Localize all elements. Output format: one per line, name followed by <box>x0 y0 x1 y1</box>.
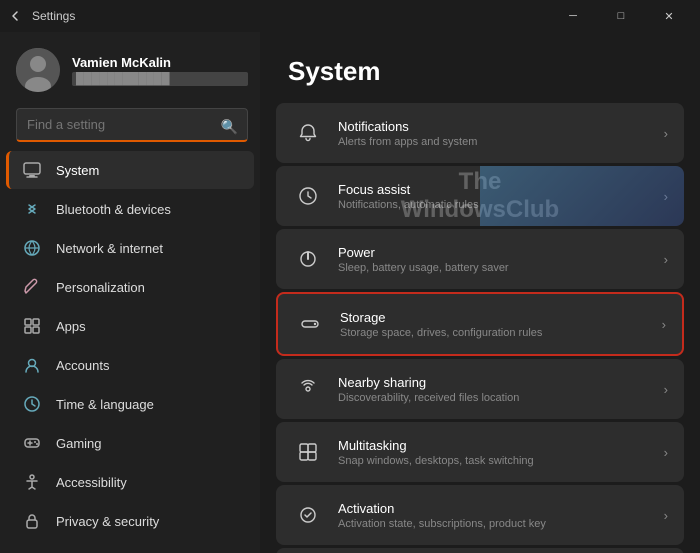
sidebar-item-label-bluetooth: Bluetooth & devices <box>56 202 171 217</box>
chevron-icon-nearby: › <box>664 382 668 397</box>
sidebar-item-label-apps: Apps <box>56 319 86 334</box>
settings-item-notifications[interactable]: Notifications Alerts from apps and syste… <box>276 103 684 163</box>
sidebar-item-label-time: Time & language <box>56 397 154 412</box>
titlebar-title: Settings <box>32 9 75 23</box>
sidebar-item-privacy[interactable]: Privacy & security <box>6 502 254 540</box>
app-body: Vamien McKalin ████████████ 🔍 System Blu… <box>0 32 700 553</box>
sidebar-item-label-accessibility: Accessibility <box>56 475 127 490</box>
sidebar-item-label-personalization: Personalization <box>56 280 145 295</box>
main-header: System <box>260 32 700 103</box>
settings-list: Notifications Alerts from apps and syste… <box>260 103 700 553</box>
settings-item-content-activation: Activation Activation state, subscriptio… <box>338 501 664 530</box>
profile-info: Vamien McKalin ████████████ <box>72 55 248 86</box>
nearby-settings-icon <box>292 373 324 405</box>
profile-name: Vamien McKalin <box>72 55 248 70</box>
settings-item-power[interactable]: Power Sleep, battery usage, battery save… <box>276 229 684 289</box>
multitasking-settings-icon <box>292 436 324 468</box>
settings-item-multitasking[interactable]: Multitasking Snap windows, desktops, tas… <box>276 422 684 482</box>
sidebar-item-apps[interactable]: Apps <box>6 307 254 345</box>
settings-item-troubleshoot[interactable]: Troubleshoot Recommended troubleshooters… <box>276 548 684 553</box>
settings-item-desc-power: Sleep, battery usage, battery saver <box>338 262 664 274</box>
time-icon <box>22 394 42 414</box>
personalization-icon <box>22 277 42 297</box>
apps-icon <box>22 316 42 336</box>
maximize-button[interactable]: □ <box>598 0 644 32</box>
profile-section[interactable]: Vamien McKalin ████████████ <box>0 32 260 104</box>
notifications-settings-icon <box>292 117 324 149</box>
settings-item-desc-multitasking: Snap windows, desktops, task switching <box>338 455 664 467</box>
sidebar-item-label-gaming: Gaming <box>56 436 102 451</box>
sidebar-item-personalization[interactable]: Personalization <box>6 268 254 306</box>
settings-item-title-multitasking: Multitasking <box>338 438 664 453</box>
settings-item-title-power: Power <box>338 245 664 260</box>
back-icon[interactable] <box>8 8 24 24</box>
avatar <box>16 48 60 92</box>
titlebar: Settings ─ □ ✕ <box>0 0 700 32</box>
settings-item-content-power: Power Sleep, battery usage, battery save… <box>338 245 664 274</box>
settings-item-content-notifications: Notifications Alerts from apps and syste… <box>338 119 664 148</box>
sidebar-item-network[interactable]: Network & internet <box>6 229 254 267</box>
activation-settings-icon <box>292 499 324 531</box>
focus-settings-icon <box>292 180 324 212</box>
settings-item-storage[interactable]: Storage Storage space, drives, configura… <box>276 292 684 356</box>
sidebar-item-time[interactable]: Time & language <box>6 385 254 423</box>
chevron-icon-multitasking: › <box>664 445 668 460</box>
search-icon: 🔍 <box>221 119 238 136</box>
chevron-icon-power: › <box>664 252 668 267</box>
bluetooth-icon <box>22 199 42 219</box>
sidebar-item-accounts[interactable]: Accounts <box>6 346 254 384</box>
sidebar: Vamien McKalin ████████████ 🔍 System Blu… <box>0 32 260 553</box>
search-container: 🔍 <box>0 104 260 150</box>
chevron-icon-notifications: › <box>664 126 668 141</box>
avatar-image <box>16 48 60 92</box>
settings-item-title-nearby: Nearby sharing <box>338 375 664 390</box>
sidebar-item-label-privacy: Privacy & security <box>56 514 159 529</box>
page-title: System <box>288 56 672 87</box>
settings-item-desc-storage: Storage space, drives, configuration rul… <box>340 327 662 339</box>
accessibility-icon <box>22 472 42 492</box>
settings-item-desc-nearby: Discoverability, received files location <box>338 392 664 404</box>
main-content: System Notifications Alerts from apps an… <box>260 32 700 553</box>
chevron-icon-activation: › <box>664 508 668 523</box>
settings-item-activation[interactable]: Activation Activation state, subscriptio… <box>276 485 684 545</box>
close-button[interactable]: ✕ <box>646 0 692 32</box>
settings-item-content-storage: Storage Storage space, drives, configura… <box>340 310 662 339</box>
sidebar-item-update[interactable]: Windows Update <box>6 541 254 553</box>
search-input[interactable] <box>16 108 248 142</box>
sidebar-item-accessibility[interactable]: Accessibility <box>6 463 254 501</box>
settings-item-nearby[interactable]: Nearby sharing Discoverability, received… <box>276 359 684 419</box>
nav-list: System Bluetooth & devices Network & int… <box>0 150 260 553</box>
system-icon <box>22 160 42 180</box>
settings-item-title-notifications: Notifications <box>338 119 664 134</box>
profile-email: ████████████ <box>72 72 248 86</box>
settings-item-content-nearby: Nearby sharing Discoverability, received… <box>338 375 664 404</box>
chevron-icon-storage: › <box>662 317 666 332</box>
power-settings-icon <box>292 243 324 275</box>
sidebar-item-label-system: System <box>56 163 99 178</box>
settings-item-desc-notifications: Alerts from apps and system <box>338 136 664 148</box>
minimize-button[interactable]: ─ <box>550 0 596 32</box>
settings-item-focus[interactable]: Focus assist Notifications, automatic ru… <box>276 166 684 226</box>
network-icon <box>22 238 42 258</box>
sidebar-item-label-network: Network & internet <box>56 241 163 256</box>
privacy-icon <box>22 511 42 531</box>
settings-item-desc-focus: Notifications, automatic rules <box>338 199 664 211</box>
settings-item-content-focus: Focus assist Notifications, automatic ru… <box>338 182 664 211</box>
sidebar-item-bluetooth[interactable]: Bluetooth & devices <box>6 190 254 228</box>
accounts-icon <box>22 355 42 375</box>
titlebar-left: Settings <box>8 8 75 24</box>
settings-item-content-multitasking: Multitasking Snap windows, desktops, tas… <box>338 438 664 467</box>
chevron-icon-focus: › <box>664 189 668 204</box>
sidebar-item-label-accounts: Accounts <box>56 358 109 373</box>
sidebar-item-system[interactable]: System <box>6 151 254 189</box>
settings-item-title-storage: Storage <box>340 310 662 325</box>
settings-item-title-focus: Focus assist <box>338 182 664 197</box>
sidebar-item-gaming[interactable]: Gaming <box>6 424 254 462</box>
settings-item-desc-activation: Activation state, subscriptions, product… <box>338 518 664 530</box>
titlebar-controls: ─ □ ✕ <box>550 0 692 32</box>
gaming-icon <box>22 433 42 453</box>
storage-settings-icon <box>294 308 326 340</box>
settings-item-title-activation: Activation <box>338 501 664 516</box>
